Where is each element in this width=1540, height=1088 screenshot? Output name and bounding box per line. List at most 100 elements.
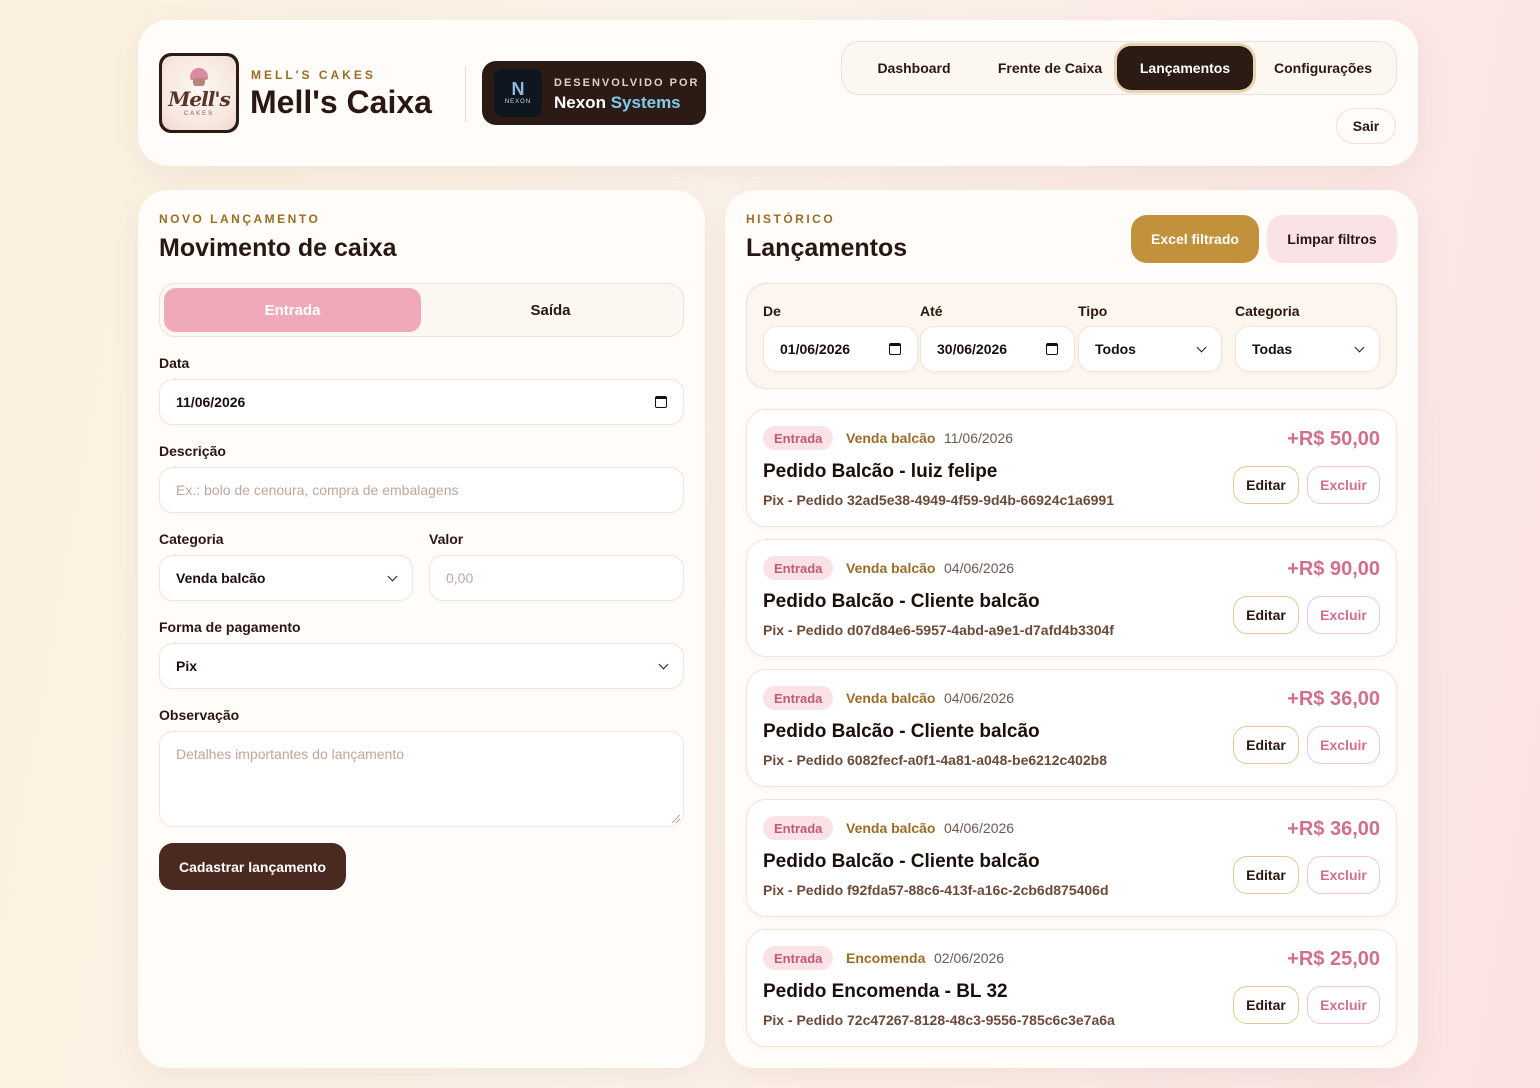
date-label: Data [159,355,190,371]
entry-detail: Pix - Pedido d07d84e6-5957-4abd-a9e1-d7a… [763,622,1114,638]
entry-category: Venda balcão [846,820,936,836]
tab-dashboard[interactable]: Dashboard [846,46,982,90]
edit-entry-button[interactable]: Editar [1233,986,1299,1024]
edit-entry-button[interactable]: Editar [1233,596,1299,634]
filter-to-date-input[interactable]: 30/06/2026 [920,326,1075,372]
tab-configuracoes[interactable]: Configurações [1255,46,1391,90]
entry-title: Pedido Balcão - Cliente balcão [763,851,1040,872]
entry-amount: +R$ 90,00 [1287,558,1380,580]
logo-subtext: CAKES [183,111,215,117]
entry-title: Pedido Balcão - luiz felipe [763,461,998,482]
form-kicker: NOVO LANÇAMENTO [159,212,321,226]
value-input[interactable]: 0,00 [429,555,684,601]
chevron-down-icon [1354,342,1365,352]
date-input[interactable]: 11/06/2026 [159,379,684,425]
entry-card: Entrada Venda balcão 04/06/2026 +R$ 90,00 Pe… [746,539,1397,657]
edit-entry-button[interactable]: Editar [1233,726,1299,764]
payment-label: Forma de pagamento [159,619,301,635]
filter-to-label: Até [920,303,943,319]
description-label: Descrição [159,443,226,459]
form-title: Movimento de caixa [159,234,397,262]
filters-bar: De 01/06/2026 Até 30/06/2026 Tipo Todos … [746,283,1397,389]
resize-handle-icon[interactable] [672,815,680,823]
clear-filters-button[interactable]: Limpar filtros [1267,215,1397,263]
entry-title: Pedido Encomenda - BL 32 [763,981,1008,1002]
entry-date: 11/06/2026 [944,430,1014,446]
delete-entry-button[interactable]: Excluir [1307,986,1380,1024]
developer-kicker: DESENVOLVIDO POR [554,77,700,89]
description-input[interactable]: Ex.: bolo de cenoura, compra de embalage… [159,467,684,513]
entry-date: 04/06/2026 [944,560,1015,576]
entry-amount: +R$ 25,00 [1287,948,1380,970]
entry-type-badge: Entrada [763,426,834,450]
brand-logo: Mell's CAKES [159,53,239,133]
developer-badge: N NEXON DESENVOLVIDO POR Nexon Systems [482,61,706,125]
entry-card: Entrada Venda balcão 11/06/2026 +R$ 50,00 Pe… [746,409,1397,527]
chevron-down-icon [1196,342,1207,352]
entry-detail: Pix - Pedido 32ad5e38-4949-4f59-9d4b-669… [763,492,1114,508]
chevron-down-icon [658,659,669,669]
main-nav: Dashboard Frente de Caixa Lançamentos Co… [841,41,1397,95]
entry-card: Entrada Encomenda 02/06/2026 +R$ 25,00 Pedid… [746,929,1397,1047]
delete-entry-button[interactable]: Excluir [1307,596,1380,634]
delete-entry-button[interactable]: Excluir [1307,856,1380,894]
cupcake-icon [190,68,208,86]
nexon-logo-icon: N NEXON [494,69,542,117]
entry-type-toggle: Entrada Saída [159,283,684,337]
entry-amount: +R$ 50,00 [1287,428,1380,450]
entry-type-badge: Entrada [763,946,834,970]
delete-entry-button[interactable]: Excluir [1307,726,1380,764]
note-label: Observação [159,707,240,723]
calendar-icon[interactable] [1046,343,1058,355]
delete-entry-button[interactable]: Excluir [1307,466,1380,504]
entry-type-badge: Entrada [763,816,834,840]
entry-date: 04/06/2026 [944,820,1015,836]
calendar-icon[interactable] [889,343,901,355]
entry-detail: Pix - Pedido 6082fecf-a0f1-4a81-a048-be6… [763,752,1107,768]
tab-frente-de-caixa[interactable]: Frente de Caixa [984,46,1116,90]
filter-category-label: Categoria [1235,303,1300,319]
payment-select[interactable]: Pix [159,643,684,689]
export-excel-button[interactable]: Excel filtrado [1131,215,1259,263]
entry-amount: +R$ 36,00 [1287,688,1380,710]
entry-detail: Pix - Pedido f92fda57-88c6-413f-a16c-2cb… [763,882,1109,898]
history-kicker: HISTÓRICO [746,212,836,226]
edit-entry-button[interactable]: Editar [1233,856,1299,894]
history-panel: HISTÓRICO Lançamentos Excel filtrado Lim… [725,190,1418,1068]
logout-button[interactable]: Sair [1336,108,1396,144]
entry-date: 04/06/2026 [944,690,1015,706]
entry-category: Venda balcão [846,430,936,446]
filter-from-label: De [763,303,781,319]
edit-entry-button[interactable]: Editar [1233,466,1299,504]
entry-title: Pedido Balcão - Cliente balcão [763,591,1040,612]
developer-name: Nexon Systems [554,93,681,112]
app-header: Mell's CAKES MELL'S CAKES Mell's Caixa N… [138,20,1418,166]
new-entry-panel: NOVO LANÇAMENTO Movimento de caixa Entra… [138,190,705,1068]
type-saida-button[interactable]: Saída [422,288,679,332]
header-divider [465,66,466,122]
filter-type-select[interactable]: Todos [1078,326,1222,372]
value-label: Valor [429,531,464,547]
entry-card: Entrada Venda balcão 04/06/2026 +R$ 36,00 Pe… [746,799,1397,917]
filter-from-date-input[interactable]: 01/06/2026 [763,326,918,372]
calendar-icon[interactable] [655,396,667,408]
history-title: Lançamentos [746,234,908,262]
brand-kicker: MELL'S CAKES [251,68,376,82]
filter-category-select[interactable]: Todas [1235,326,1380,372]
entry-type-badge: Entrada [763,686,834,710]
entry-detail: Pix - Pedido 72c47267-8128-48c3-9556-785… [763,1012,1115,1028]
entry-date: 02/06/2026 [934,950,1005,966]
entry-type-badge: Entrada [763,556,834,580]
entry-amount: +R$ 36,00 [1287,818,1380,840]
category-select[interactable]: Venda balcão [159,555,413,601]
type-entrada-button[interactable]: Entrada [164,288,421,332]
entry-category: Encomenda [846,950,926,966]
app-title: Mell's Caixa [250,84,432,120]
chevron-down-icon [387,571,398,581]
tab-lancamentos[interactable]: Lançamentos [1117,46,1253,90]
note-textarea[interactable]: Detalhes importantes do lançamento [159,731,684,827]
filter-type-label: Tipo [1078,303,1108,319]
logo-wordmark: Mell's [168,87,230,111]
entry-category: Venda balcão [846,690,936,706]
submit-entry-button[interactable]: Cadastrar lançamento [159,843,346,890]
